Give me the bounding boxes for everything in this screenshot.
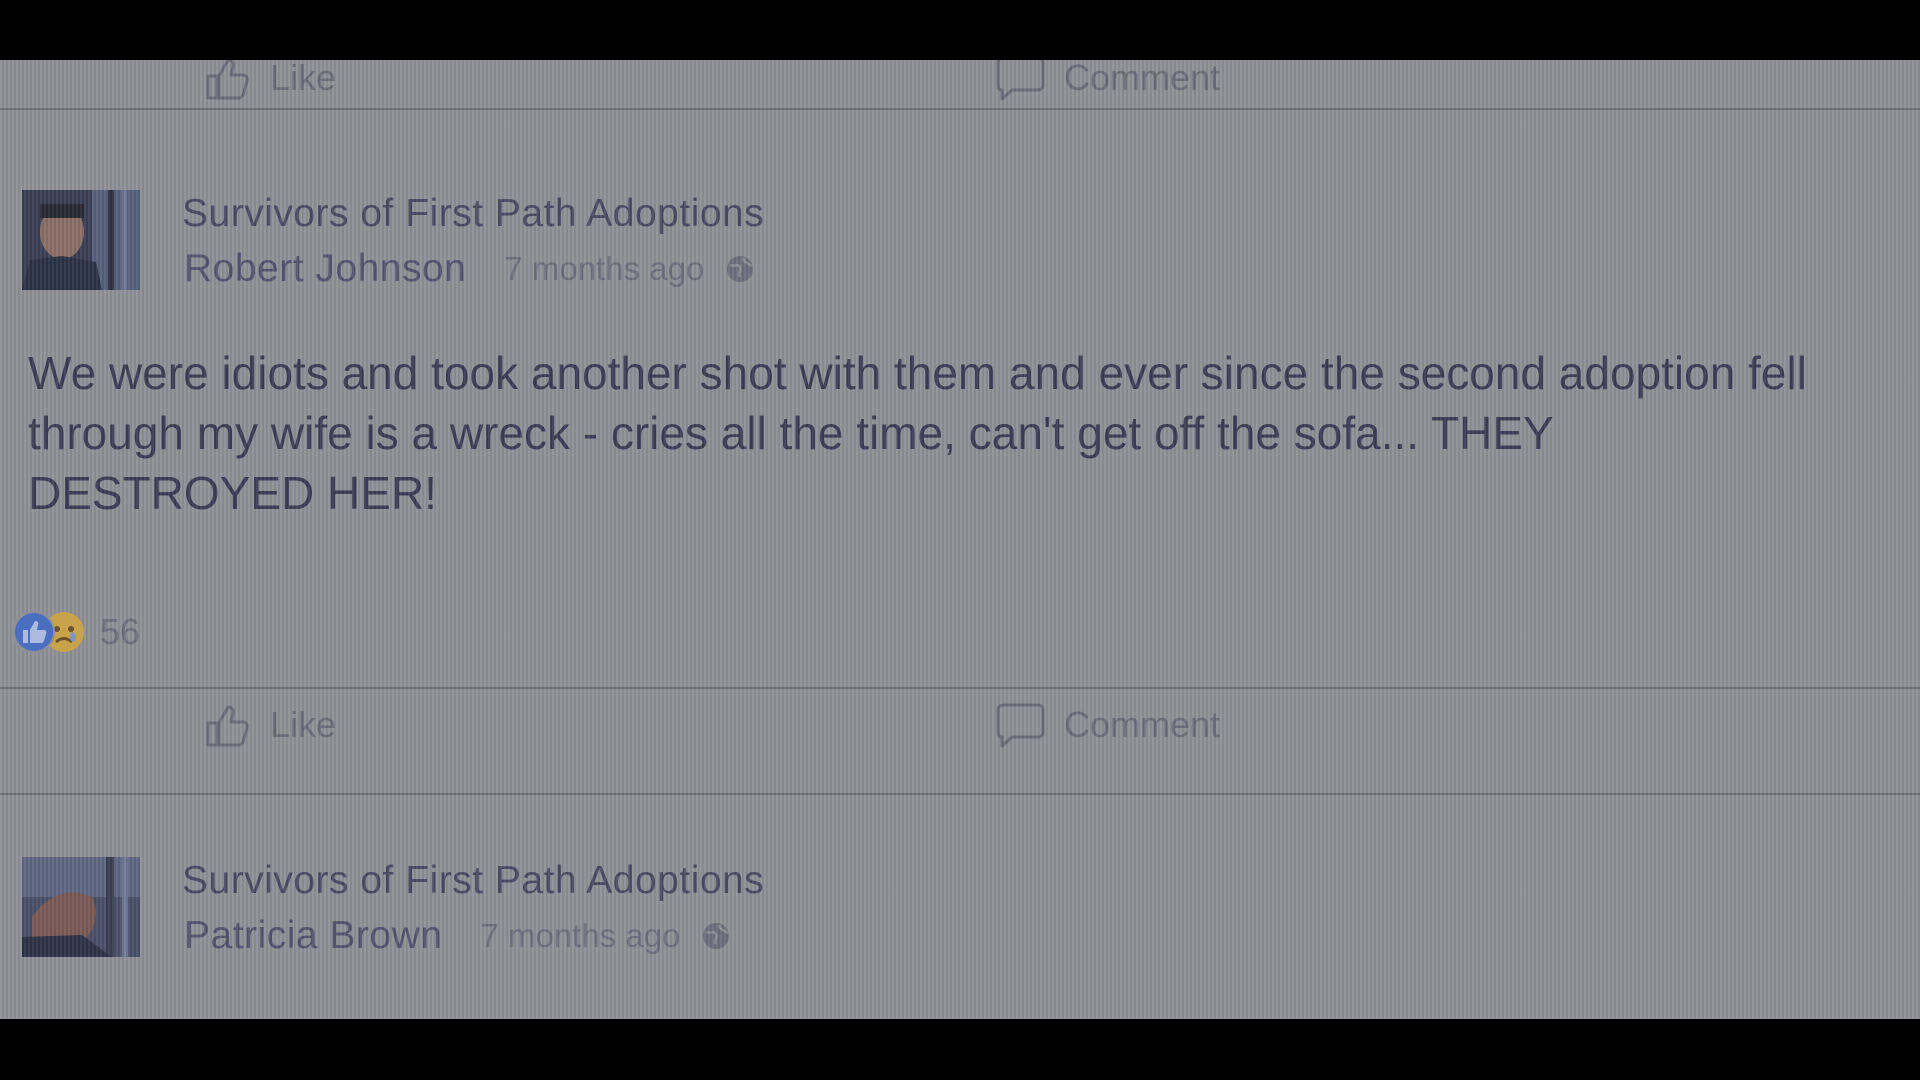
reaction-count: 56 [100,611,141,652]
post-text: We were idiots and took another shot wit… [28,347,1807,519]
previous-post-action-bar: Like Comment [0,60,1920,110]
like-label: Like [270,60,337,98]
like-button[interactable]: Like [204,60,336,102]
letterbox-bottom [0,1019,1920,1080]
divider [0,108,1920,110]
avatar[interactable] [22,857,140,957]
group-name-link[interactable]: Survivors of First Path Adoptions [182,192,764,236]
divider [0,793,1920,795]
post-meta: Patricia Brown 7 months ago [184,914,732,958]
divider [0,687,1920,689]
letterbox-top [0,0,1920,60]
timestamp-link[interactable]: 7 months ago [504,250,704,288]
reaction-summary[interactable]: 56 [12,610,140,654]
post-action-bar: Like Comment [0,687,1920,795]
timestamp-link[interactable]: 7 months ago [480,917,680,955]
author-name-link[interactable]: Robert Johnson [184,247,466,291]
comment-bubble-icon [996,60,1046,102]
group-name-link[interactable]: Survivors of First Path Adoptions [182,859,764,903]
comment-bubble-icon [996,701,1046,749]
comment-label: Comment [1064,704,1221,745]
like-reaction-icon [12,610,56,654]
comment-label: Comment [1064,60,1221,98]
comment-button[interactable]: Comment [996,60,1220,102]
globe-icon [724,253,756,285]
thumbs-up-icon [204,60,252,102]
comment-button[interactable]: Comment [996,701,1220,749]
thumbs-up-icon [204,701,252,749]
like-button[interactable]: Like [204,701,336,749]
avatar[interactable] [22,190,140,290]
post-meta: Robert Johnson 7 months ago [184,247,756,291]
feed-screen: Like Comment Survivors of First Path Ado… [0,60,1920,1019]
author-name-link[interactable]: Patricia Brown [184,914,442,958]
globe-icon [700,920,732,952]
like-label: Like [270,704,337,745]
